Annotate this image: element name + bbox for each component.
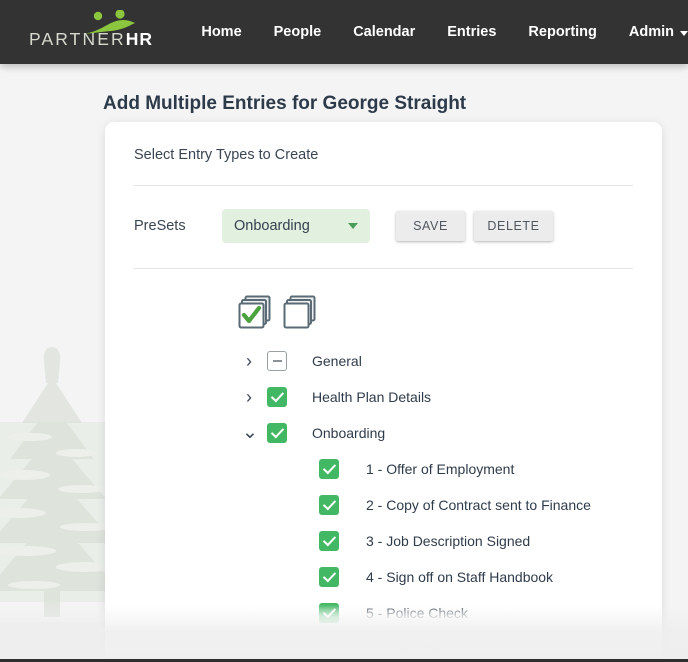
chevron-right-icon[interactable]: › — [242, 388, 256, 406]
select-all-stack-icon[interactable] — [238, 295, 276, 329]
checkbox-checked[interactable] — [267, 423, 287, 443]
preset-select[interactable]: Onboarding — [222, 209, 370, 243]
tree-row[interactable]: 2 - Copy of Contract sent to Finance — [105, 487, 662, 523]
nav-item-people[interactable]: People — [274, 24, 322, 40]
nav-item-calendar-label: Calendar — [353, 24, 416, 40]
tree-row[interactable]: 6 - Void Check — [105, 631, 662, 662]
nav-item-calendar[interactable]: Calendar — [353, 24, 415, 40]
tree-row-label: 3 - Job Description Signed — [366, 533, 531, 549]
chevron-down-icon[interactable]: ⌄ — [242, 423, 258, 442]
bulk-toggle-row — [238, 295, 662, 329]
brand-name-bold: HR — [125, 29, 153, 49]
nav-item-reporting[interactable]: Reporting — [528, 24, 596, 40]
card-section-title: Select Entry Types to Create — [134, 147, 319, 163]
nav-item-admin-label: Admin — [628, 24, 674, 40]
tree-row[interactable]: › Health Plan Details — [105, 379, 662, 415]
checkbox-checked[interactable] — [319, 603, 339, 623]
nav-item-home[interactable]: Home — [201, 24, 241, 40]
brand-logo[interactable]: PARTNERHR — [29, 10, 152, 54]
nav-item-people-label: People — [273, 24, 322, 40]
brand-wordmark: PARTNERHR — [29, 29, 153, 50]
tree-row-label: 6 - Void Check — [366, 641, 458, 657]
delete-preset-button[interactable]: DELETE — [474, 211, 553, 241]
checkbox-checked[interactable] — [319, 567, 339, 587]
tree-row[interactable]: 5 - Police Check — [105, 595, 662, 631]
nav-item-entries-label: Entries — [447, 24, 497, 40]
tree-row[interactable]: 1 - Offer of Employment — [105, 451, 662, 487]
preset-select-value: Onboarding — [234, 218, 310, 234]
tree-row-label: 1 - Offer of Employment — [366, 461, 515, 477]
section-divider-top — [134, 185, 633, 186]
tree-row-label: 2 - Copy of Contract sent to Finance — [366, 497, 591, 513]
entry-types-card: Select Entry Types to Create PreSets Onb… — [105, 122, 662, 662]
pine-tree-watermark-icon — [0, 347, 120, 617]
checkbox-checked[interactable] — [319, 495, 339, 515]
tree-row-label: 5 - Police Check — [366, 605, 468, 621]
checkbox-checked[interactable] — [319, 459, 339, 479]
tree-row[interactable]: ⌄ Onboarding — [105, 415, 662, 451]
nav-item-admin[interactable]: Admin — [629, 24, 688, 40]
checkbox-checked[interactable] — [319, 639, 339, 659]
tree-row-label: Onboarding — [312, 425, 386, 441]
nav-item-reporting-label: Reporting — [528, 24, 597, 40]
tree-row-label: Health Plan Details — [312, 389, 432, 405]
chevron-right-icon[interactable]: › — [242, 352, 256, 370]
page-title: Add Multiple Entries for George Straight — [103, 93, 467, 114]
presets-label: PreSets — [134, 218, 186, 234]
tree-row[interactable]: 3 - Job Description Signed — [105, 523, 662, 559]
section-divider-bottom — [134, 268, 633, 269]
presets-row: PreSets Onboarding SAVE DELETE — [134, 209, 662, 243]
nav-item-home-label: Home — [201, 24, 242, 40]
save-preset-button[interactable]: SAVE — [396, 211, 465, 241]
chevron-down-icon — [348, 223, 358, 229]
checkbox-checked[interactable] — [319, 531, 339, 551]
brand-name-light: PARTNER — [29, 29, 126, 49]
checkbox-indeterminate[interactable] — [267, 351, 287, 371]
tree-row[interactable]: 4 - Sign off on Staff Handbook — [105, 559, 662, 595]
deselect-all-stack-icon[interactable] — [283, 295, 321, 329]
entry-type-tree: › General › Health Plan Details ⌄ Onboarding 1… — [105, 343, 662, 662]
tree-row-label: 4 - Sign off on Staff Handbook — [366, 569, 554, 585]
top-navigation-bar: PARTNERHR Home People Calendar Entries R… — [0, 0, 688, 64]
tree-row[interactable]: › General — [105, 343, 662, 379]
chevron-down-icon — [680, 30, 688, 36]
nav-links: Home People Calendar Entries Reporting A… — [201, 24, 688, 40]
tree-row-label: General — [312, 353, 362, 369]
nav-item-entries[interactable]: Entries — [447, 24, 496, 40]
checkbox-checked[interactable] — [267, 387, 287, 407]
